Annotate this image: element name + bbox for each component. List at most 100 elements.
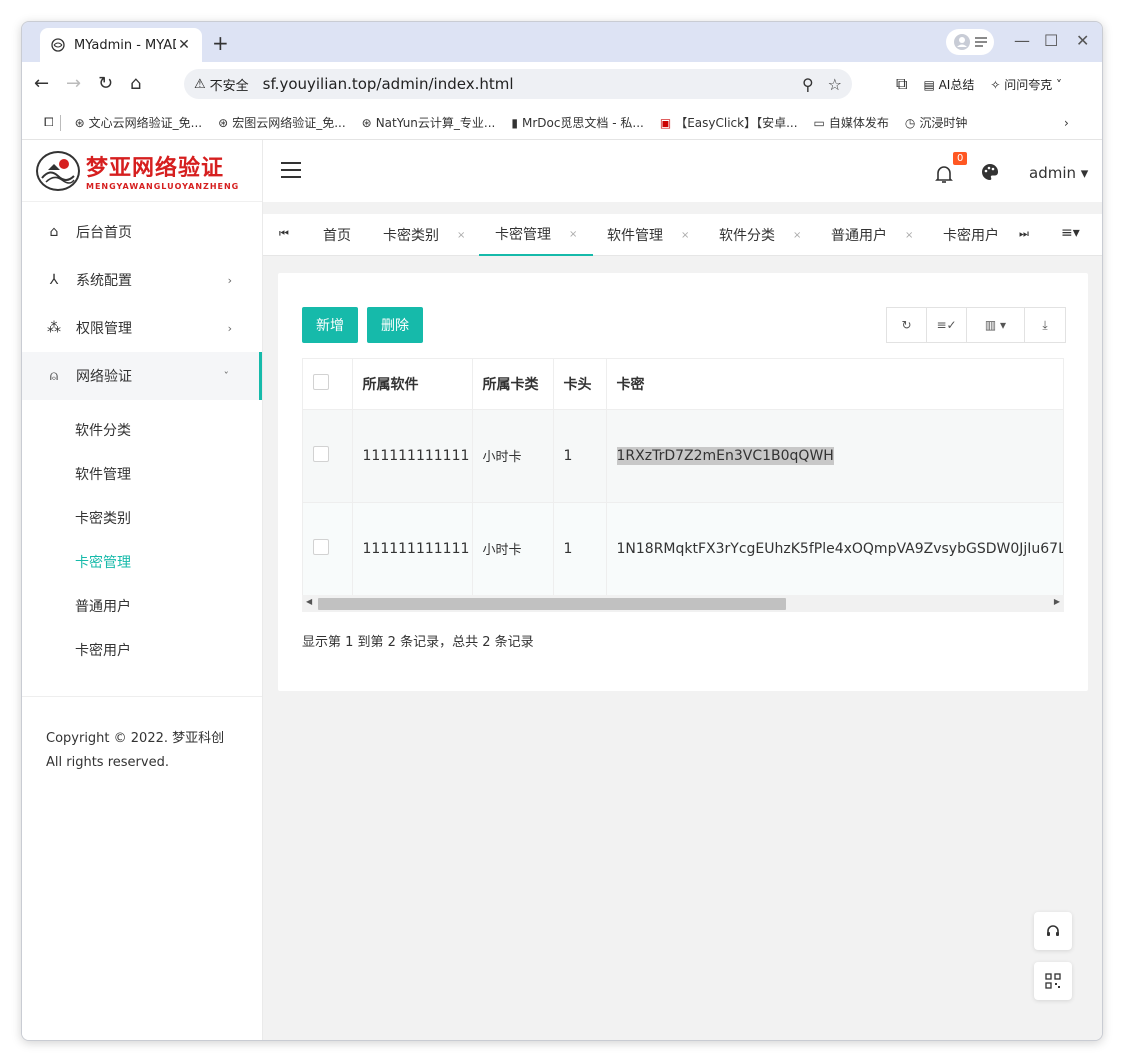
bookmark-item[interactable]: ▣ 【EasyClick】【安卓... [660,114,798,131]
close-icon[interactable]: × [681,230,689,241]
minimize-icon[interactable]: — [1014,31,1030,50]
sidebar-item-label: 后台首页 [76,225,132,241]
cell-prefix: 1 [553,502,607,596]
page-tab-card-category[interactable]: 卡密类别 × [383,214,465,256]
location-icon[interactable]: ⚲ [802,75,814,94]
logo-subtitle: MENGYAWANGLUOYANZHENG [86,182,240,191]
top-header: 0 admin ▾ [263,140,1102,202]
sidebar-item-permissions[interactable]: ⁂ 权限管理 › [22,304,262,352]
data-table: 所属软件 所属卡类 卡头 卡密 111111111111 小时卡 1 1RXzT… [302,358,1064,612]
columns-icon[interactable]: ▥ ▾ [967,308,1025,342]
profile-button[interactable] [946,29,994,55]
bookmark-item[interactable]: ▭ 自媒体发布 [814,114,889,131]
browser-tab[interactable]: MYadmin - MYAD ✕ [40,28,202,62]
user-menu[interactable]: admin ▾ [1029,164,1088,182]
tab-close-icon[interactable]: ✕ [176,37,192,53]
bookmark-item[interactable]: ⊛ 宏图云网络验证_免... [218,114,346,131]
palette-icon[interactable] [981,163,999,186]
menu-toggle-icon[interactable] [281,162,301,183]
bookmark-star-icon[interactable]: ☆ [828,75,842,94]
copyright: Copyright © 2022. 梦亚科创 All rights reserv… [22,696,262,775]
profile-icon [954,34,970,50]
bookmarks-divider [59,114,61,131]
headset-icon[interactable] [1034,912,1072,950]
column-header[interactable]: 卡密 [606,359,1063,410]
horizontal-scrollbar[interactable]: ◀ ▶ [302,595,1064,612]
chevron-right-icon[interactable]: › [1064,116,1069,130]
page-tab-software-management[interactable]: 软件管理 × [607,214,689,256]
tab-options-icon[interactable]: ≡▾ [1061,225,1080,241]
submenu-software-management[interactable]: 软件管理 [22,452,262,496]
toggle-view-icon[interactable]: ≡✓ [927,308,967,342]
extensions-icon[interactable]: ⧉ [896,74,907,94]
maximize-icon[interactable]: ☐ [1044,31,1058,50]
sidebar-item-home[interactable]: ⌂ 后台首页 [22,208,262,256]
cell-card-key[interactable]: 1RXzTrD7Z2mEn3VC1B0qQWH [616,446,834,465]
refresh-icon[interactable]: ↻ [887,308,927,342]
logo[interactable]: 梦亚网络验证 MENGYAWANGLUOYANZHENG [22,140,262,202]
sidebar-item-network-auth[interactable]: ⍝ 网络验证 ˇ [22,352,262,400]
favicon-icon [50,37,66,53]
submenu-card-category[interactable]: 卡密类别 [22,496,262,540]
address-bar: ← → ↻ ⌂ ⚠ 不安全 sf.youyilian.top/admin/ind… [22,62,1102,106]
page-tab-bar: ⏮ 首页 卡密类别 × 卡密管理 × 软件管理 × 软件分类 × 普通用户 × 卡密用户 … [263,214,1102,256]
select-all-checkbox[interactable] [313,373,329,390]
row-checkbox[interactable] [313,538,329,555]
scroll-left-arrow-icon[interactable]: ◀ [306,597,312,606]
omnibox[interactable]: ⚠ 不安全 sf.youyilian.top/admin/index.html … [184,69,852,99]
tab-search-icon[interactable]: ⧠ [44,115,54,130]
globe-icon: ⊛ [74,115,85,130]
scroll-right-icon[interactable]: ⏭ [1019,227,1029,241]
back-icon[interactable]: ← [34,73,49,94]
close-icon[interactable]: × [905,230,913,241]
sidebar-item-system-config[interactable]: ⅄ 系统配置 › [22,256,262,304]
close-icon[interactable]: × [457,230,465,241]
forward-icon[interactable]: → [66,73,81,94]
column-header[interactable]: 所属软件 [352,359,473,410]
pagination-info: 显示第 1 到第 2 条记录，总共 2 条记录 [302,635,534,650]
url-text[interactable]: sf.youyilian.top/admin/index.html [263,75,802,93]
content-card: 新增 删除 ↻ ≡✓ ▥ ▾ ⤓ 所属软件 所属卡类 卡头 卡密 1111111… [278,273,1088,691]
bell-icon[interactable] [935,164,953,189]
submenu-card-management[interactable]: 卡密管理 [22,540,262,584]
insecure-badge[interactable]: ⚠ 不安全 [194,75,249,94]
bookmark-item[interactable]: ⊛ 文心云网络验证_免... [75,114,203,131]
bookmarks-bar: ⧠ ⊛ 文心云网络验证_免... ⊛ 宏图云网络验证_免... ⊛ NatYun云计算… [22,106,1102,140]
ask-button[interactable]: ✧ 问问夸克 ˅ [990,76,1062,93]
delete-button[interactable]: 删除 [367,307,423,343]
select-all-cell[interactable] [303,359,353,410]
qrcode-icon[interactable] [1034,962,1072,1000]
page-tab-home[interactable]: 首页 [323,214,351,256]
new-tab-button[interactable]: + [212,31,229,55]
column-header[interactable]: 所属卡类 [472,359,554,410]
scrollbar-thumb[interactable] [318,598,786,610]
bookmark-item[interactable]: ◷ 沉浸时钟 [905,114,968,131]
table-row[interactable]: 111111111111 小时卡 1 1RXzTrD7Z2mEn3VC1B0qQ… [303,409,1063,503]
scroll-right-arrow-icon[interactable]: ▶ [1054,597,1060,606]
cell-card-key[interactable]: 1N18RMqktFX3rYcgEUhzK5fPle4xOQmpVA9Zvsyb… [606,502,1063,596]
bookmark-item[interactable]: ⊛ NatYun云计算_专业... [362,114,496,131]
notification-badge: 0 [953,152,968,165]
submenu-card-users[interactable]: 卡密用户 [22,628,262,672]
close-icon[interactable]: × [569,229,577,240]
table-row[interactable]: 111111111111 小时卡 1 1N18RMqktFX3rYcgEUhzK… [303,502,1063,596]
page-tab-normal-users[interactable]: 普通用户 × [831,214,913,256]
close-window-icon[interactable]: ✕ [1076,31,1089,50]
submenu-software-category[interactable]: 软件分类 [22,408,262,452]
bookmark-item[interactable]: ▮ MrDoc觅思文档 - 私... [511,114,643,131]
page-tab-card-users[interactable]: 卡密用户 [943,214,999,256]
page-tab-software-category[interactable]: 软件分类 × [719,214,801,256]
close-icon[interactable]: × [793,230,801,241]
reload-icon[interactable]: ↻ [98,73,113,94]
doc-icon: ▮ [511,115,518,130]
submenu-normal-users[interactable]: 普通用户 [22,584,262,628]
scroll-left-icon[interactable]: ⏮ [279,227,289,241]
cell-card-type: 小时卡 [472,502,554,596]
row-checkbox[interactable] [313,445,329,462]
add-button[interactable]: 新增 [302,307,358,343]
page-tab-card-management[interactable]: 卡密管理 × [479,214,594,256]
ai-summary-button[interactable]: ▤ AI总结 [923,76,974,93]
export-icon[interactable]: ⤓ [1025,308,1065,342]
column-header[interactable]: 卡头 [553,359,607,410]
home-icon[interactable]: ⌂ [130,73,141,94]
